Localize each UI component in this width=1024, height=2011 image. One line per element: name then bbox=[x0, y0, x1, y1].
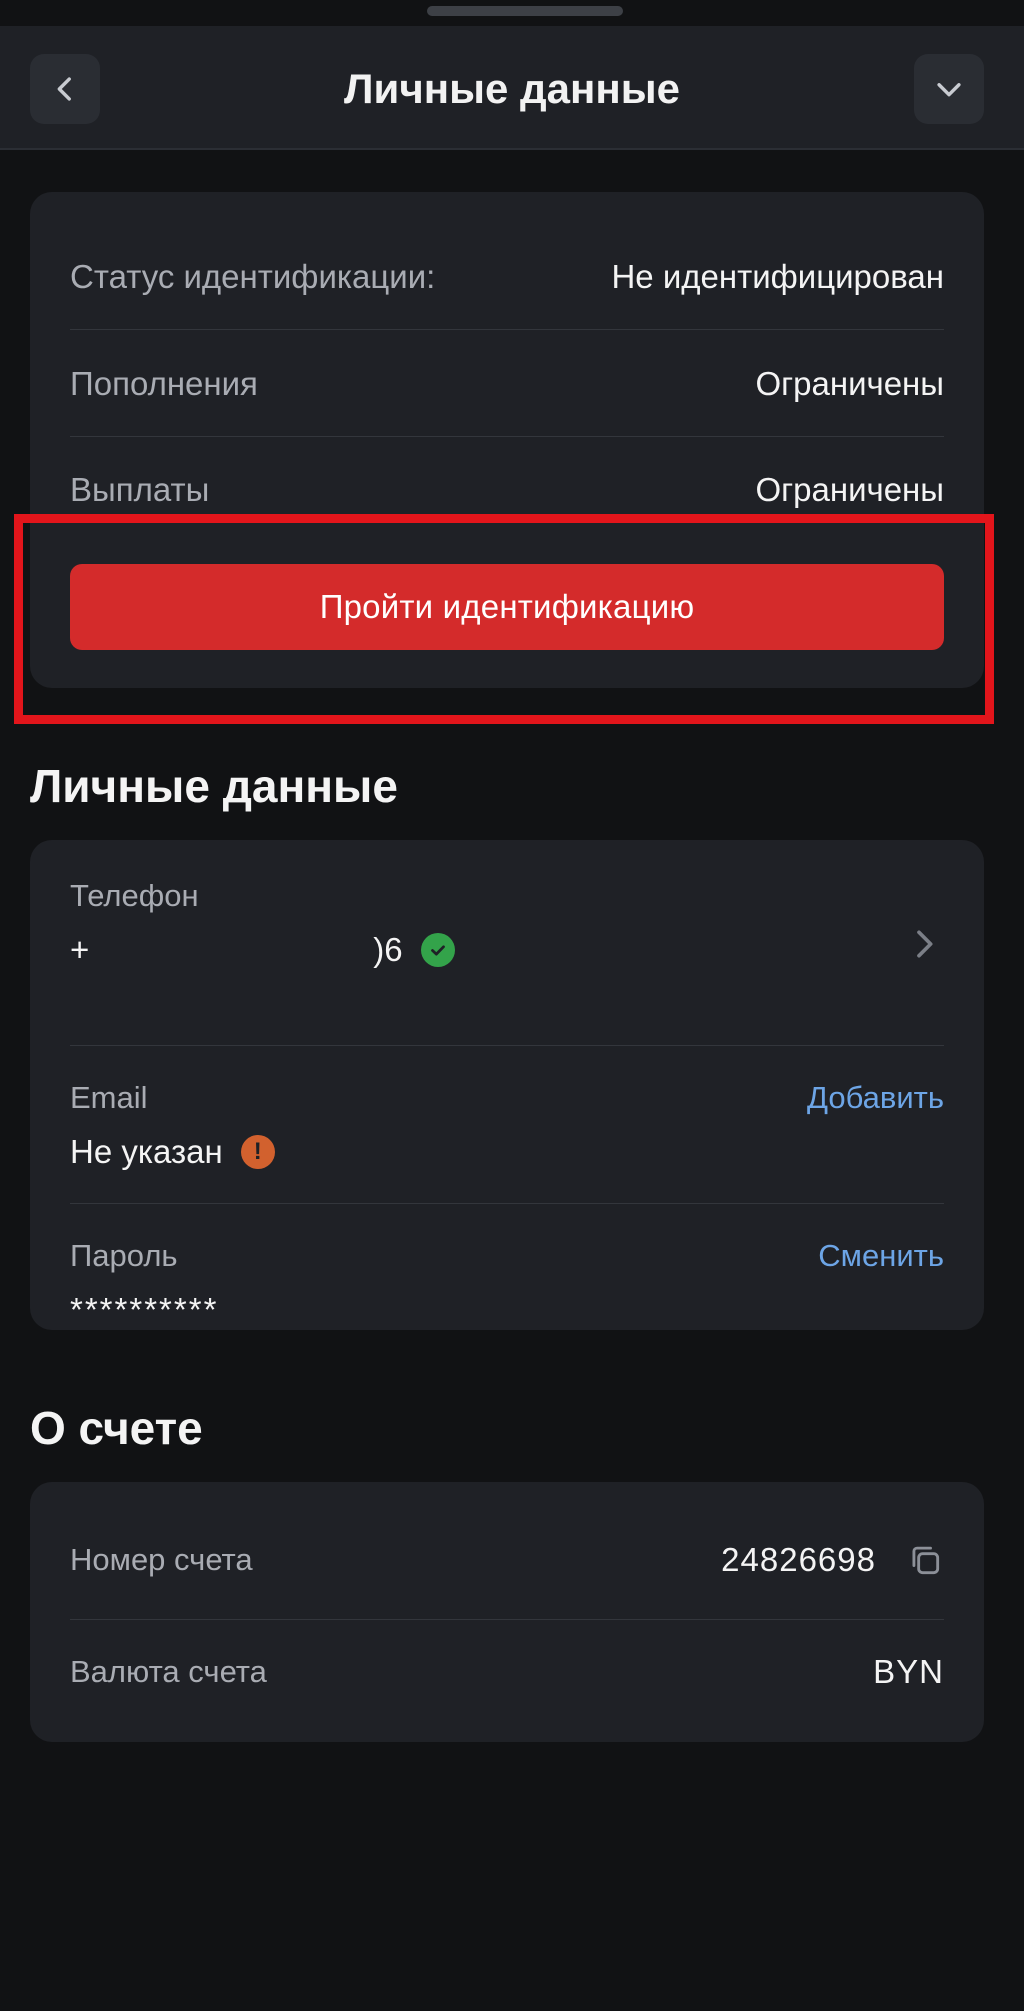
withdrawals-row: Выплаты Ограничены bbox=[70, 437, 944, 543]
email-label: Email bbox=[70, 1080, 148, 1115]
start-identification-button[interactable]: Пройти идентификацию bbox=[70, 564, 944, 650]
header-bar: Личные данные bbox=[0, 26, 1024, 150]
chevron-down-icon bbox=[937, 83, 961, 97]
account-number-text: 24826698 bbox=[721, 1540, 876, 1578]
identification-status-value: Не идентифицирован bbox=[611, 257, 944, 295]
sheet-drag-handle[interactable] bbox=[427, 6, 623, 16]
email-row: Email Добавить Не указан ! bbox=[70, 1046, 944, 1204]
password-value: ********** bbox=[70, 1291, 219, 1328]
chevron-right-icon[interactable] bbox=[904, 924, 944, 964]
account-number-label: Номер счета bbox=[70, 1541, 253, 1577]
password-row: Пароль Сменить ********** bbox=[70, 1204, 944, 1328]
phone-prefix: + bbox=[70, 931, 90, 968]
back-button[interactable] bbox=[30, 54, 100, 124]
page-title: Личные данные bbox=[344, 65, 680, 112]
deposits-value: Ограничены bbox=[755, 364, 944, 402]
collapse-button[interactable] bbox=[914, 54, 984, 124]
account-currency-row: Валюта счета BYN bbox=[70, 1622, 944, 1722]
personal-data-card: Телефон + )6 Email Добавить Не указан ! bbox=[30, 840, 984, 1330]
phone-row[interactable]: Телефон + )6 bbox=[70, 876, 944, 1046]
account-number-row: Номер счета 24826698 bbox=[70, 1500, 944, 1620]
account-section-title: О счете bbox=[30, 1402, 203, 1454]
add-email-link[interactable]: Добавить bbox=[807, 1078, 944, 1118]
withdrawals-label: Выплаты bbox=[70, 471, 210, 508]
deposits-row: Пополнения Ограничены bbox=[70, 331, 944, 437]
phone-label: Телефон bbox=[70, 878, 199, 913]
account-currency-label: Валюта счета bbox=[70, 1654, 267, 1689]
phone-value: + )6 bbox=[70, 928, 455, 972]
email-value-text: Не указан bbox=[70, 1133, 223, 1170]
deposits-label: Пополнения bbox=[70, 364, 258, 402]
email-value: Не указан ! bbox=[70, 1130, 275, 1174]
account-card: Номер счета 24826698 Валюта счета BYN bbox=[30, 1482, 984, 1742]
phone-suffix: )6 bbox=[373, 931, 403, 968]
account-currency-value: BYN bbox=[873, 1653, 944, 1690]
personal-section-title: Личные данные bbox=[30, 760, 398, 812]
password-label: Пароль bbox=[70, 1238, 178, 1273]
copy-icon[interactable] bbox=[906, 1541, 944, 1579]
change-password-link[interactable]: Сменить bbox=[818, 1236, 944, 1276]
identification-card: Статус идентификации: Не идентифицирован… bbox=[30, 192, 984, 688]
chevron-left-icon bbox=[57, 77, 71, 101]
check-circle-icon bbox=[420, 933, 455, 967]
identification-status-label: Статус идентификации: bbox=[70, 257, 436, 295]
personal-data-screen: Личные данные Статус идентификации: Не и… bbox=[0, 0, 1024, 2011]
identification-status-row: Статус идентификации: Не идентифицирован bbox=[70, 224, 944, 330]
exclamation-circle-icon: ! bbox=[240, 1135, 275, 1169]
withdrawals-value: Ограничены bbox=[755, 471, 944, 508]
account-number-value: 24826698 bbox=[721, 1541, 944, 1579]
